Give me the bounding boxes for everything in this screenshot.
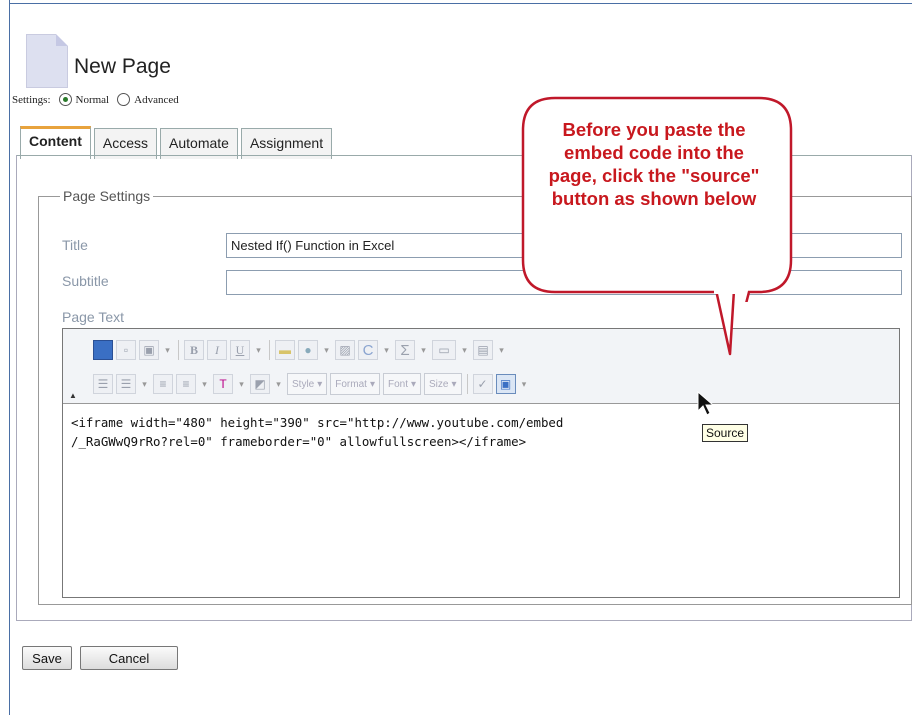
italic-icon[interactable]: I	[207, 340, 227, 360]
spellcheck-icon[interactable]: ✓	[472, 374, 493, 394]
toolbar-row-1: ▫ ▣ ▾ B I U ▾ ▬ ● ▾ ▨ C ▾ Σ ▾ ▭ ▾ ▤ ▾	[93, 340, 507, 360]
radio-advanced-label: Advanced	[134, 93, 179, 106]
callout-pointer	[714, 290, 736, 356]
bold-icon[interactable]: B	[184, 340, 204, 360]
chevron-down-icon[interactable]: ▾	[459, 340, 470, 360]
sum-icon[interactable]: Σ	[395, 340, 415, 360]
callout-text: Before you paste the embed code into the…	[548, 119, 760, 209]
chevron-down-icon[interactable]: ▾	[321, 340, 332, 360]
code-line-1: <iframe width="480" height="390" src="ht…	[71, 415, 564, 430]
size-label: Size	[429, 378, 449, 390]
page-icon	[26, 34, 68, 88]
text-color-icon[interactable]: T	[213, 374, 233, 394]
page-text-label: Page Text	[62, 309, 125, 325]
image-icon[interactable]: ▨	[335, 340, 355, 360]
separator	[178, 340, 179, 360]
chevron-down-icon[interactable]: ▾	[253, 340, 264, 360]
chevron-down-icon[interactable]: ▾	[273, 374, 284, 394]
rich-text-editor: ▫ ▣ ▾ B I U ▾ ▬ ● ▾ ▨ C ▾ Σ ▾ ▭ ▾ ▤ ▾ ☰ …	[62, 328, 900, 598]
save-button[interactable]: Save	[22, 646, 72, 670]
chevron-down-icon: ▾	[369, 378, 375, 390]
cancel-button[interactable]: Cancel	[80, 646, 178, 670]
radio-normal-label: Normal	[75, 93, 110, 106]
bulleted-list-icon[interactable]: ☰	[116, 374, 136, 394]
mouse-cursor-icon	[697, 391, 715, 416]
paste-icon[interactable]: ▫	[116, 340, 136, 360]
window-icon[interactable]: ▭	[432, 340, 456, 360]
chevron-down-icon[interactable]: ▾	[139, 374, 150, 394]
style-dropdown[interactable]: Style ▾	[287, 373, 328, 395]
align-center-icon[interactable]: ≡	[176, 374, 196, 394]
special-char-icon[interactable]: C	[358, 340, 378, 360]
style-label: Style	[292, 378, 315, 390]
chevron-down-icon: ▾	[317, 378, 323, 390]
settings-label: Settings:	[12, 93, 51, 106]
font-dropdown[interactable]: Font ▾	[382, 373, 422, 395]
source-icon[interactable]: ▣	[495, 374, 516, 394]
folder-icon[interactable]: ▬	[275, 340, 295, 360]
chevron-down-icon: ▾	[410, 378, 417, 390]
editor-toolbar: ▫ ▣ ▾ B I U ▾ ▬ ● ▾ ▨ C ▾ Σ ▾ ▭ ▾ ▤ ▾ ☰ …	[63, 329, 899, 404]
format-label: Format	[335, 378, 367, 390]
size-dropdown[interactable]: Size ▾	[424, 373, 462, 395]
chevron-down-icon[interactable]: ▾	[496, 340, 507, 360]
settings-row: Settings: Normal Advanced	[12, 93, 179, 106]
page-title: New Page	[74, 55, 171, 78]
chevron-down-icon[interactable]: ▾	[519, 374, 530, 394]
format-dropdown[interactable]: Format ▾	[330, 373, 380, 395]
chevron-down-icon[interactable]: ▾	[199, 374, 210, 394]
chevron-down-icon: ▾	[451, 378, 457, 390]
paste-text-icon[interactable]: ▣	[139, 340, 159, 360]
source-tooltip: Source	[702, 424, 749, 442]
page-settings-legend: Page Settings	[60, 188, 154, 204]
collapse-toolbar-icon[interactable]: ▲	[69, 391, 77, 400]
insert-media-icon[interactable]	[93, 340, 113, 360]
user-icon[interactable]: ●	[298, 340, 318, 360]
radio-normal[interactable]	[58, 93, 72, 106]
background-color-icon[interactable]: ◩	[250, 374, 270, 394]
editor-content[interactable]: <iframe width="480" height="390" src="ht…	[71, 413, 891, 451]
separator	[269, 340, 270, 360]
window-left-border	[9, 0, 10, 715]
chevron-down-icon[interactable]: ▾	[418, 340, 429, 360]
underline-icon[interactable]: U	[230, 340, 250, 360]
radio-advanced[interactable]	[117, 93, 131, 106]
document-icon[interactable]: ▤	[473, 340, 493, 360]
chevron-down-icon[interactable]: ▾	[236, 374, 247, 394]
separator	[466, 374, 468, 394]
code-line-2: /_RaGWwQ9rRo?rel=0" frameborder="0" allo…	[71, 434, 527, 449]
font-label: Font	[387, 378, 408, 390]
toolbar-row-2: ☰ ☰ ▾ ≡ ≡ ▾ T ▾ ◩ ▾ Style ▾ Format ▾ Font ▾…	[93, 373, 530, 395]
title-label: Title	[62, 237, 88, 253]
subtitle-label: Subtitle	[62, 273, 109, 289]
chevron-down-icon[interactable]: ▾	[381, 340, 392, 360]
align-left-icon[interactable]: ≡	[153, 374, 173, 394]
chevron-down-icon[interactable]: ▾	[162, 340, 173, 360]
ordered-list-icon[interactable]: ☰	[93, 374, 113, 394]
window-top-border	[9, 3, 912, 4]
